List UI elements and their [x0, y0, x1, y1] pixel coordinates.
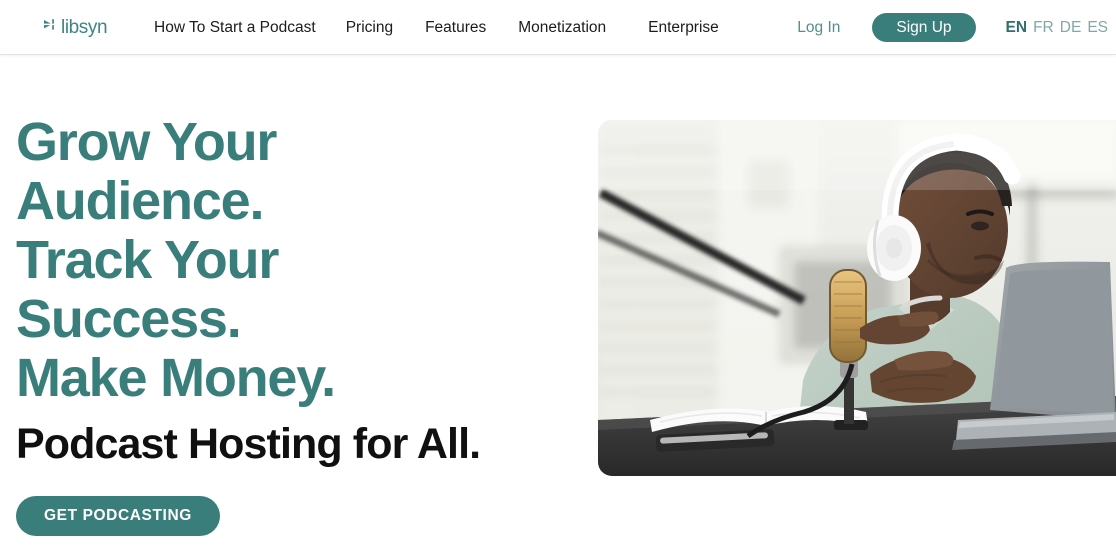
page-root: libsyn How To Start a Podcast Pricing Fe… [0, 0, 1116, 552]
nav-item-enterprise[interactable]: Enterprise [648, 14, 719, 42]
language-option-de[interactable]: DE [1060, 19, 1082, 37]
hero-text-block: Grow Your Audience. Track Your Success. … [16, 113, 586, 536]
libsyn-logo[interactable]: libsyn [43, 15, 108, 39]
sign-up-button[interactable]: Sign Up [872, 13, 976, 42]
main-navigation: How To Start a Podcast Pricing Features … [154, 0, 719, 55]
hero-headline-line-3: Track Your [16, 230, 279, 290]
hero-section: Grow Your Audience. Track Your Success. … [0, 55, 1116, 552]
language-option-en[interactable]: EN [1006, 19, 1028, 37]
libsyn-logo-text: libsyn [61, 16, 108, 38]
language-option-es[interactable]: ES [1087, 19, 1108, 37]
log-in-link[interactable]: Log In [797, 20, 840, 36]
hero-headline-line-5: Make Money. [16, 348, 336, 408]
nav-item-how-to-start-a-podcast[interactable]: How To Start a Podcast [154, 14, 316, 42]
nav-item-features[interactable]: Features [425, 14, 486, 42]
get-podcasting-button[interactable]: GET PODCASTING [16, 496, 220, 536]
nav-item-monetization[interactable]: Monetization [518, 14, 606, 42]
hero-subheadline: Podcast Hosting for All. [16, 420, 481, 468]
hero-headline-line-4: Success. [16, 289, 242, 349]
libsyn-logo-mark-icon [43, 17, 59, 38]
site-header: libsyn How To Start a Podcast Pricing Fe… [0, 0, 1116, 55]
nav-item-pricing[interactable]: Pricing [346, 14, 393, 42]
hero-headline-line-2: Audience. [16, 171, 264, 231]
header-actions: Log In Sign Up EN FR DE ES [797, 0, 1108, 55]
language-selector: EN FR DE ES [1006, 19, 1108, 37]
hero-image [598, 120, 1116, 476]
hero-headline-line-1: Grow Your [16, 112, 277, 172]
language-option-fr[interactable]: FR [1033, 19, 1054, 37]
hero-headline: Grow Your Audience. Track Your Success. … [16, 113, 586, 408]
